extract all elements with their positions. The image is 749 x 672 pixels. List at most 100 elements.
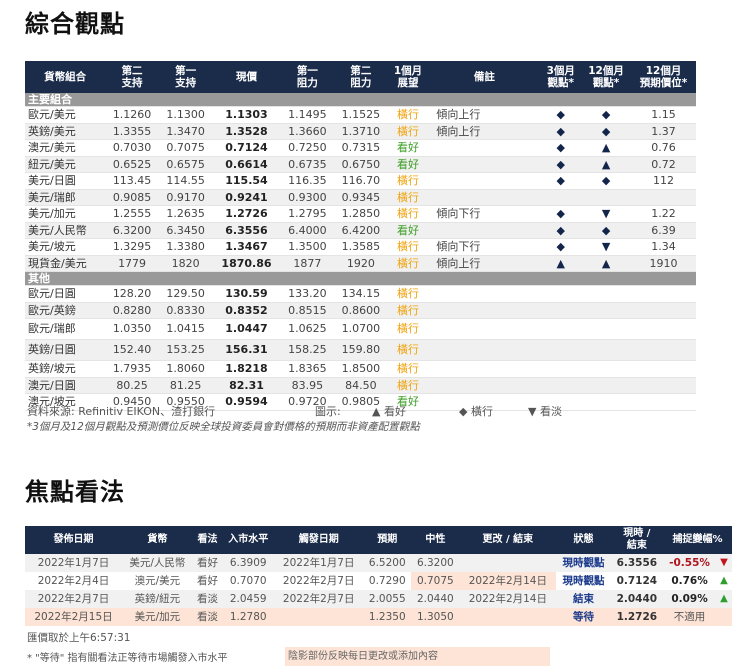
table-cell: 83.95 [280, 377, 335, 394]
table-cell [428, 285, 541, 303]
header-cell: 貨幣 [122, 526, 193, 554]
table-cell: 橫行 [387, 339, 429, 361]
table-cell: 1820 [158, 255, 213, 272]
table-cell: 0.6525 [105, 156, 159, 173]
table-cell: 128.20 [105, 285, 159, 303]
table-cell: 1.0350 [105, 318, 159, 340]
legend-label: 圖示: [315, 405, 341, 418]
table-cell: 0.6750 [334, 156, 388, 173]
table-cell: 112 [631, 172, 696, 190]
table-cell: 歐元/英鎊 [25, 302, 106, 319]
table-cell [428, 139, 541, 157]
table-cell: 2.0440 [411, 590, 460, 608]
table-cell: 2.0055 [363, 590, 412, 608]
table-cell: 1.2795 [280, 205, 335, 223]
header-cell: 看法 [192, 526, 223, 554]
table-cell: 1.2850 [334, 205, 388, 223]
table-cell [274, 608, 364, 626]
table-row: 歐元/瑞郎 1.0350 1.0415 1.0447 1.0625 1.0700 橫行 [25, 318, 696, 340]
table-row: 2022年2月15日 美元/加元 看淡 1.2780 1.2350 1.3050 等待 1.2… [25, 608, 732, 626]
table-cell: 1.3050 [411, 608, 460, 626]
table-row: 紐元/美元 0.6525 0.6575 0.6614 0.6735 0.6750 看好 ◆ ▲ 0… [25, 156, 696, 173]
table-cell: 橫行 [387, 172, 429, 190]
table-cell: 1.8365 [280, 360, 335, 378]
table-cell: ◆ [581, 172, 632, 190]
table-cell: 0.7070 [229, 575, 267, 587]
shade-note: 陰影部份反映每日更改或添加內容 [285, 647, 550, 666]
table-cell: 1.3528 [212, 123, 281, 140]
table-cell: 1870.86 [212, 255, 281, 272]
table-cell: 橫行 [387, 318, 429, 340]
section-row: 其他 [25, 271, 696, 286]
table-cell: 2022年2月7日 [25, 590, 122, 608]
table-cell: 紐元/美元 [25, 156, 106, 173]
table-cell: 歐元/瑞郎 [25, 318, 106, 340]
table-cell: 0.7075 [411, 572, 460, 590]
table-cell: ▲ [581, 139, 632, 157]
table-row: 歐元/美元 1.1260 1.1300 1.1303 1.1495 1.1525 橫行 傾向上… [25, 106, 696, 124]
table-cell [581, 339, 632, 361]
header-cell: 現時 / 結束 [610, 526, 664, 554]
table-cell: ▲ [581, 156, 632, 173]
table-cell: 結束 [556, 590, 611, 608]
table-cell [581, 377, 632, 394]
table-cell: 0.72 [631, 156, 696, 173]
table-cell: ◆ [540, 222, 582, 239]
table-cell [459, 554, 557, 572]
table-header-row: 發佈日期 貨幣 看法 入市水平 觸發日期 預期 中性 更改 / 結束 狀態 現時 / 結束 捕捉變幅… [25, 526, 732, 554]
table-cell: 歐元/美元 [25, 106, 106, 124]
table-cell [428, 318, 541, 340]
table-cell: 1.3295 [105, 238, 159, 256]
table-cell [540, 189, 582, 206]
legend-bear: ▼ 看淡 [528, 405, 562, 418]
header-cell: 更改 / 結束 [459, 526, 557, 554]
table-cell: 2022年2月15日 [25, 608, 122, 626]
table-row: 現貨金/美元 1779 1820 1870.86 1877 1920 橫行 傾向上行 ▲ ▲ 191… [25, 255, 696, 272]
table-cell: 2022年2月4日 [37, 575, 110, 587]
table-cell [631, 285, 696, 303]
table-cell: 0.8280 [105, 302, 159, 319]
header-cell: 12個月 預期價位* [631, 61, 696, 93]
table-cell: 0.7124 [212, 139, 281, 157]
table-row: 2022年1月7日 美元/人民幣 看好 6.3909 2022年1月7日 6.5200 6.… [25, 554, 732, 572]
table-cell: 1.3500 [280, 238, 335, 256]
table-cell: 113.45 [105, 172, 159, 190]
table-cell: 133.20 [280, 285, 335, 303]
table-cell: 116.35 [280, 172, 335, 190]
table-row: 歐元/英鎊 0.8280 0.8330 0.8352 0.8515 0.8600 橫行 [25, 302, 696, 319]
table-cell: 6.3450 [158, 222, 213, 239]
table-cell: 1.1525 [334, 106, 388, 124]
table-cell [631, 189, 696, 206]
table-cell: 6.3909 [222, 554, 275, 572]
section-label: 主要組合 [25, 93, 696, 107]
table-cell [581, 360, 632, 378]
change-arrow-icon: ▲ [716, 590, 732, 608]
table-cell: 看淡 [192, 608, 223, 626]
table-cell: 156.31 [212, 339, 281, 361]
table-cell: 0.9085 [105, 189, 159, 206]
table-cell: 橫行 [387, 106, 429, 124]
table-row: 美元/坡元 1.3295 1.3380 1.3467 1.3500 1.3585 橫行 傾向下… [25, 238, 696, 256]
table-cell: 6.39 [631, 222, 696, 239]
table-row: 澳元/美元 0.7030 0.7075 0.7124 0.7250 0.7315 看好 ◆ ▲ 0… [25, 139, 696, 157]
table-cell: 1.0625 [280, 318, 335, 340]
table-cell: 澳元/日圓 [25, 377, 106, 394]
table-cell: 英鎊/紐元 [122, 590, 193, 608]
focus-view-title: 焦點看法 [25, 478, 125, 506]
table-cell [581, 302, 632, 319]
table-cell [540, 285, 582, 303]
table-cell: ◆ [540, 106, 582, 124]
table-cell: 美元/人民幣 [122, 554, 193, 572]
table-cell: 傾向上行 [428, 123, 541, 140]
table-cell: 看好 [387, 222, 429, 239]
wait-note: * "等待" 指有關看法正等待市場觸發入市水平 [27, 653, 228, 664]
table-cell: 6.3556 [212, 222, 281, 239]
header-cell: 第二 阻力 [334, 61, 388, 93]
header-cell: 中性 [411, 526, 460, 554]
table-cell: 1.0415 [158, 318, 213, 340]
table-row: 英鎊/坡元 1.7935 1.8060 1.8218 1.8365 1.8500 橫行 [25, 360, 696, 378]
table-row: 歐元/日圓 128.20 129.50 130.59 133.20 134.15 橫行 [25, 285, 696, 303]
table-cell: 2022年2月7日 [282, 575, 355, 587]
table-cell: 0.7124 [616, 575, 658, 587]
section-label: 其他 [25, 271, 696, 286]
